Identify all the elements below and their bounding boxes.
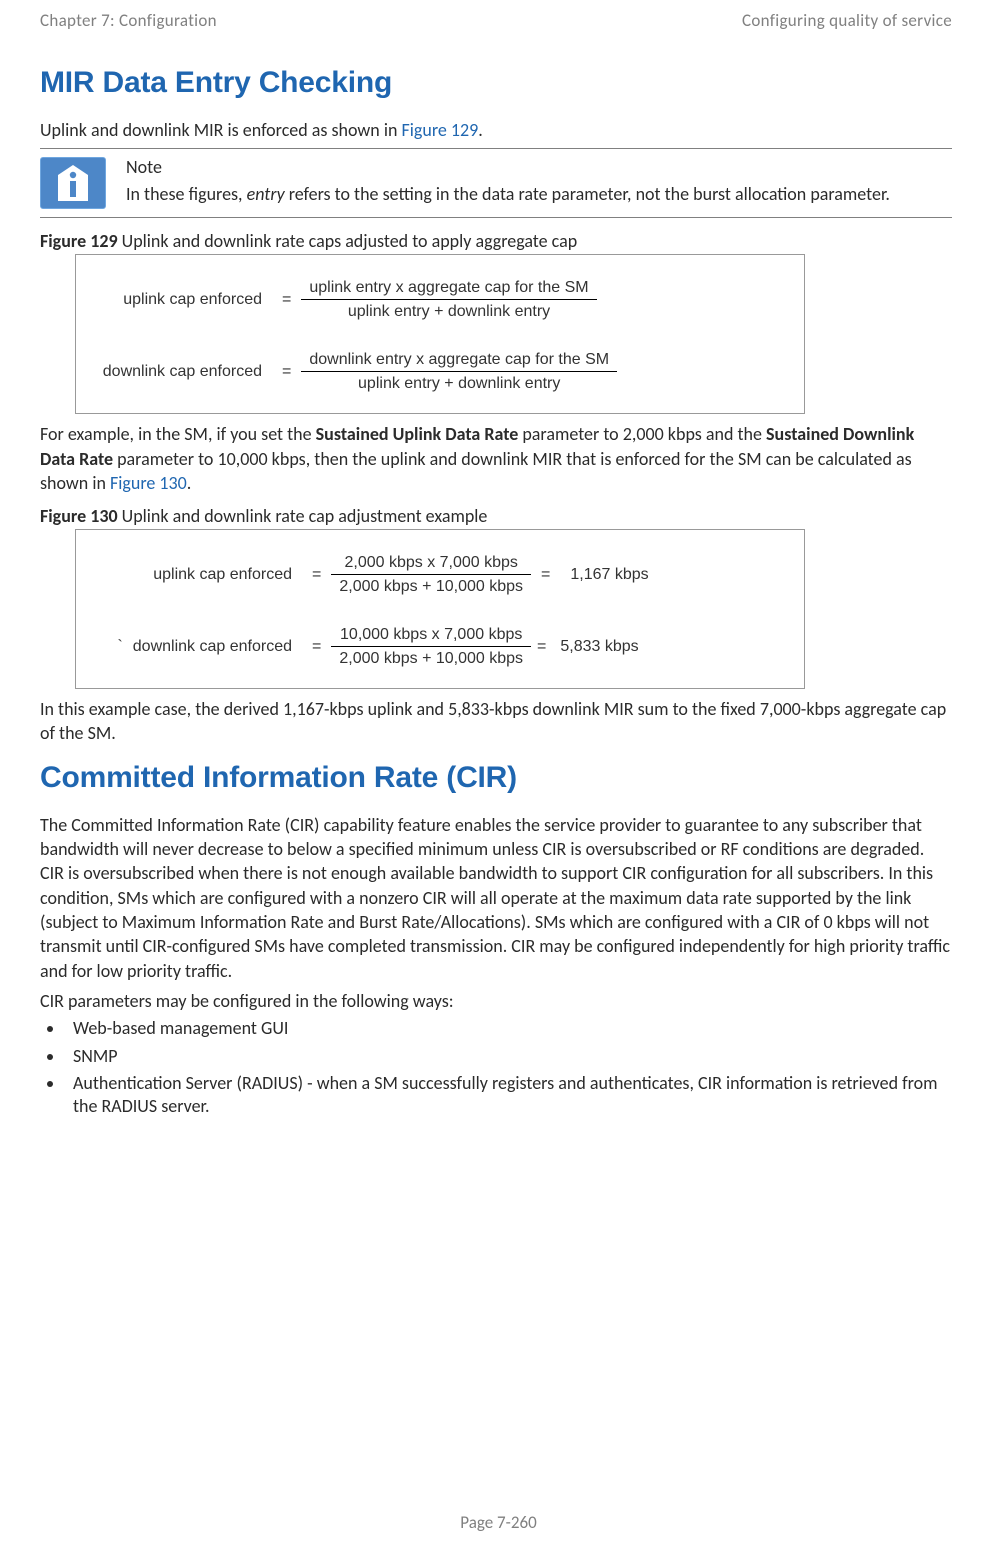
stray-backtick: ` bbox=[117, 638, 122, 655]
p2-t4: . bbox=[187, 472, 192, 494]
fig130-eq1-lhs: uplink cap enforced bbox=[92, 566, 302, 584]
list-item: Web-based management GUI bbox=[65, 1017, 952, 1040]
fig130-eq1-res: 1,167 kbps bbox=[560, 566, 658, 584]
fig129-eq2-num: downlink entry x aggregate cap for the S… bbox=[301, 351, 617, 372]
figure-129-rest: Uplink and downlink rate caps adjusted t… bbox=[118, 230, 578, 252]
fig130-eq2-frac: 10,000 kbps x 7,000 kbps 2,000 kbps + 10… bbox=[331, 626, 531, 668]
note-body-2: refers to the setting in the data rate p… bbox=[285, 183, 890, 205]
intro-pre: Uplink and downlink MIR is enforced as s… bbox=[40, 119, 402, 141]
figure-130-label: Figure 130 bbox=[40, 505, 118, 527]
figure-129-label: Figure 129 bbox=[40, 230, 118, 252]
fig130-eq1: uplink cap enforced = 2,000 kbps x 7,000… bbox=[92, 554, 788, 596]
cir-paragraph: The Committed Information Rate (CIR) cap… bbox=[40, 813, 952, 983]
fig130-eq2-res: 5,833 kbps bbox=[550, 638, 648, 656]
figure-130-box: uplink cap enforced = 2,000 kbps x 7,000… bbox=[75, 529, 805, 689]
equals-sign: = bbox=[302, 638, 331, 656]
note-label: Note bbox=[126, 155, 890, 179]
header-right: Configuring quality of service bbox=[742, 10, 952, 31]
p2-t1: For example, in the SM, if you set the bbox=[40, 423, 316, 445]
equals-sign: = bbox=[272, 291, 301, 309]
page-footer: Page 7-260 bbox=[0, 1512, 997, 1533]
figure-link-129: Figure 129 bbox=[402, 119, 479, 141]
fig129-eq1-frac: uplink entry x aggregate cap for the SM … bbox=[301, 279, 596, 321]
fig129-eq1-den: uplink entry + downlink entry bbox=[301, 300, 596, 321]
figure-129-caption: Figure 129 Uplink and downlink rate caps… bbox=[40, 230, 952, 252]
fig129-eq2-lhs: downlink cap enforced bbox=[92, 363, 272, 381]
fig129-eq2: downlink cap enforced = downlink entry x… bbox=[92, 351, 788, 393]
fig130-eq1-den: 2,000 kbps + 10,000 kbps bbox=[331, 575, 531, 596]
cir-list: Web-based management GUI SNMP Authentica… bbox=[40, 1017, 952, 1119]
fig129-eq2-frac: downlink entry x aggregate cap for the S… bbox=[301, 351, 617, 393]
equals-sign: = bbox=[531, 638, 550, 656]
note-icon bbox=[40, 157, 106, 209]
equals-sign: = bbox=[531, 566, 560, 584]
figure-link-130: Figure 130 bbox=[110, 472, 187, 494]
fig129-eq1-num: uplink entry x aggregate cap for the SM bbox=[301, 279, 596, 300]
fig130-eq1-num: 2,000 kbps x 7,000 kbps bbox=[331, 554, 531, 575]
p2-t2: parameter to 2,000 kbps and the bbox=[518, 423, 766, 445]
page: Chapter 7: Configuration Configuring qua… bbox=[0, 0, 997, 1555]
section-heading-cir: Committed Information Rate (CIR) bbox=[40, 761, 952, 795]
summary-paragraph: In this example case, the derived 1,167-… bbox=[40, 697, 952, 746]
fig130-eq1-frac: 2,000 kbps x 7,000 kbps 2,000 kbps + 10,… bbox=[331, 554, 531, 596]
fig129-eq1-lhs: uplink cap enforced bbox=[92, 291, 272, 309]
note-body-em: entry bbox=[247, 183, 285, 205]
fig130-eq2-den: 2,000 kbps + 10,000 kbps bbox=[331, 647, 531, 668]
list-item: Authentication Server (RADIUS) - when a … bbox=[65, 1072, 952, 1119]
note-content: Note In these figures, entry refers to t… bbox=[126, 155, 890, 209]
fig129-eq1: uplink cap enforced = uplink entry x agg… bbox=[92, 279, 788, 321]
fig130-eq2: ` downlink cap enforced = 10,000 kbps x 7… bbox=[92, 626, 788, 668]
fig130-eq2-lhs-text: downlink cap enforced bbox=[133, 638, 292, 655]
cir-list-intro: CIR parameters may be configured in the … bbox=[40, 989, 952, 1013]
running-header: Chapter 7: Configuration Configuring qua… bbox=[40, 10, 952, 31]
equals-sign: = bbox=[272, 363, 301, 381]
example-paragraph: For example, in the SM, if you set the S… bbox=[40, 422, 952, 495]
fig130-eq2-num: 10,000 kbps x 7,000 kbps bbox=[331, 626, 531, 647]
list-item: SNMP bbox=[65, 1045, 952, 1068]
section-heading-mir: MIR Data Entry Checking bbox=[40, 66, 952, 100]
figure-130-rest: Uplink and downlink rate cap adjustment … bbox=[118, 505, 488, 527]
fig129-eq2-den: uplink entry + downlink entry bbox=[301, 372, 617, 393]
intro-post: . bbox=[478, 119, 483, 141]
fig130-eq2-lhs: ` downlink cap enforced bbox=[92, 638, 302, 656]
note-body-1: In these figures, bbox=[126, 183, 247, 205]
figure-129-box: uplink cap enforced = uplink entry x agg… bbox=[75, 254, 805, 414]
note-box: Note In these figures, entry refers to t… bbox=[40, 148, 952, 218]
p2-s1: Sustained Uplink Data Rate bbox=[316, 423, 519, 445]
header-left: Chapter 7: Configuration bbox=[40, 10, 217, 31]
figure-130-caption: Figure 130 Uplink and downlink rate cap … bbox=[40, 505, 952, 527]
equals-sign: = bbox=[302, 566, 331, 584]
intro-paragraph: Uplink and downlink MIR is enforced as s… bbox=[40, 118, 952, 142]
